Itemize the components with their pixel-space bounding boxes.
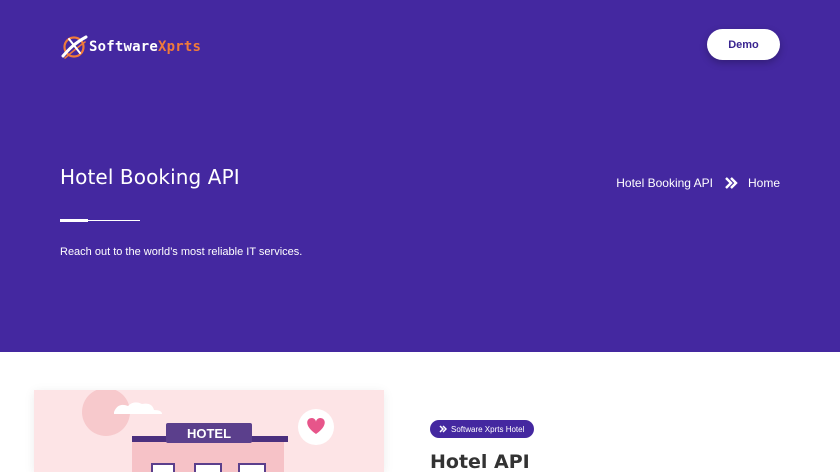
double-chevron-right-icon (725, 177, 738, 189)
breadcrumb: Hotel Booking API Home (616, 176, 780, 190)
category-tag-label: Software Xprts Hotel (451, 424, 525, 434)
breadcrumb-home-link[interactable]: Home (748, 176, 780, 190)
hotel-sign-text: HOTEL (187, 426, 231, 441)
hero-subtitle: Reach out to the world’s most reliable I… (60, 246, 303, 258)
hero-banner: SoftwareXprts Demo Hotel Booking API Rea… (0, 0, 840, 352)
double-chevron-right-icon (439, 425, 447, 433)
swoosh-logo-icon (61, 35, 88, 59)
category-tag[interactable]: Software Xprts Hotel (430, 420, 535, 438)
section-title: Hotel API (430, 451, 530, 472)
logo-text: SoftwareXprts (89, 39, 201, 55)
title-underline-divider (60, 219, 140, 222)
breadcrumb-current: Hotel Booking API (616, 176, 713, 190)
logo-text-xprts: Xprts (158, 39, 202, 55)
page-title: Hotel Booking API (60, 165, 240, 189)
hotel-building-image: HOTEL (82, 390, 334, 472)
logo-text-software: Software (89, 39, 159, 55)
hotel-illustration: HOTEL (34, 390, 384, 472)
demo-button[interactable]: Demo (707, 29, 780, 60)
site-logo[interactable]: SoftwareXprts (60, 33, 201, 61)
